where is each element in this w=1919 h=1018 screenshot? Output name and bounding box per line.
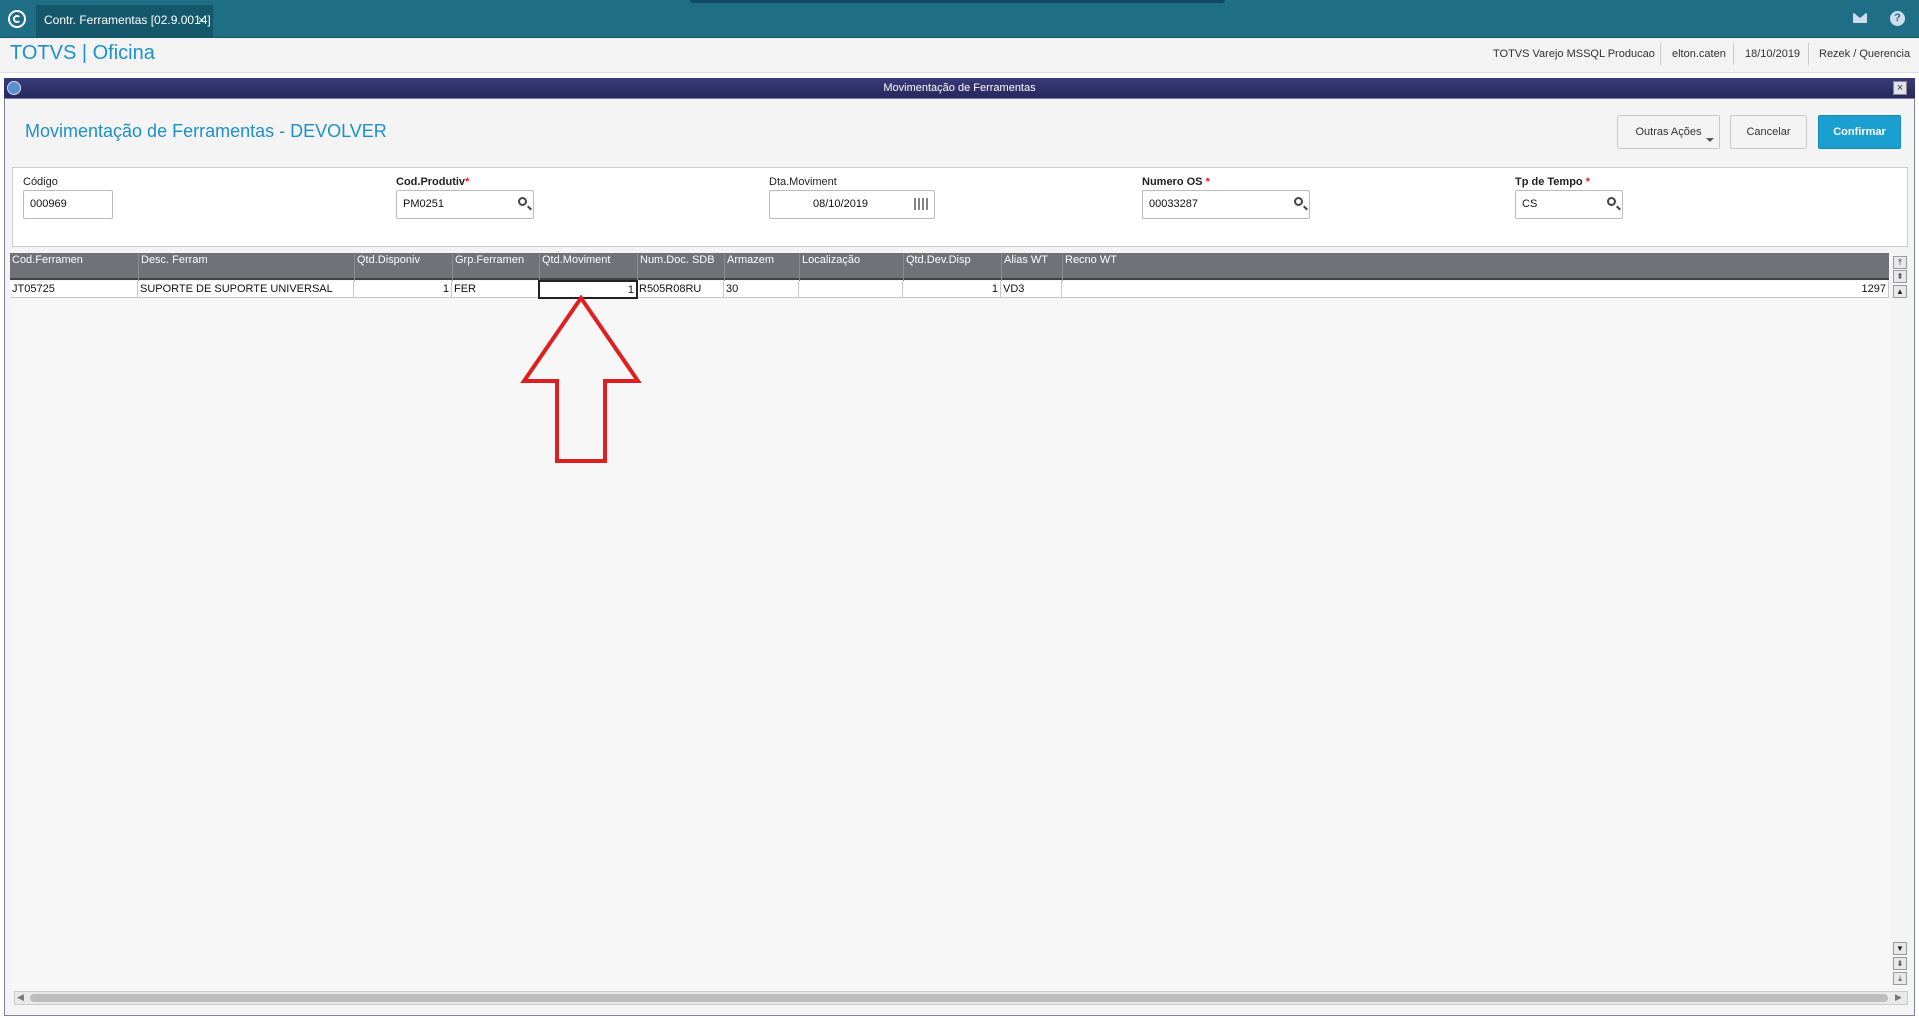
tab-close-icon[interactable]: × xyxy=(198,5,205,35)
tp-tempo-label: Tp de Tempo * xyxy=(1515,176,1590,188)
col-alias-wt[interactable]: Alias WT xyxy=(1001,254,1062,281)
tp-tempo-label-text: Tp de Tempo xyxy=(1515,176,1583,188)
tab-label: Contr. Ferramentas [02.9.0014] xyxy=(44,13,211,27)
dta-moviment-label: Dta.Moviment xyxy=(769,176,837,188)
codigo-field[interactable]: 000969 xyxy=(23,190,113,219)
cell-qtd-disponiv[interactable]: 1 xyxy=(354,281,452,298)
scroll-right-icon[interactable]: ▶ xyxy=(1895,992,1902,1003)
cell-qtd-dev-disp[interactable]: 1 xyxy=(903,281,1001,298)
cell-armazem[interactable]: 30 xyxy=(724,281,799,298)
cell-num-doc-sdb[interactable]: R505R08RU xyxy=(637,281,724,298)
horizontal-scroll-thumb[interactable] xyxy=(30,994,1888,1002)
numero-os-value: 00033287 xyxy=(1149,198,1198,210)
cod-produtiv-field[interactable]: PM0251 xyxy=(396,190,534,219)
scroll-down-icon[interactable]: ▼ xyxy=(1893,942,1907,955)
col-num-doc-sdb[interactable]: Num.Doc. SDB xyxy=(637,254,724,281)
col-armazem[interactable]: Armazem xyxy=(724,254,799,281)
cod-produtiv-label: Cod.Produtiv* xyxy=(396,176,469,188)
outras-acoes-button[interactable]: Outras Ações xyxy=(1617,115,1720,149)
window-app-icon xyxy=(7,81,21,95)
window-title: Movimentação de Ferramentas xyxy=(4,78,1915,98)
col-qtd-moviment[interactable]: Qtd.Moviment xyxy=(539,254,637,281)
col-qtd-dev-disp[interactable]: Qtd.Dev.Disp xyxy=(903,254,1001,281)
required-mark: * xyxy=(1205,176,1210,188)
annotation-arrow-icon xyxy=(520,295,642,463)
cell-localizacao[interactable] xyxy=(799,281,903,298)
help-icon[interactable]: ? xyxy=(1890,11,1905,26)
divider xyxy=(1808,43,1809,65)
header-fields-panel xyxy=(12,167,1908,247)
dta-moviment-field[interactable]: 08/10/2019 xyxy=(769,190,935,219)
tp-tempo-value: CS xyxy=(1522,198,1538,210)
col-cod-ferramen[interactable]: Cod.Ferramen xyxy=(10,254,138,281)
cell-recno-wt[interactable]: 1297 xyxy=(1062,281,1889,298)
chevron-down-icon xyxy=(1706,138,1714,142)
numero-os-label-text: Numero OS xyxy=(1142,176,1203,188)
col-qtd-disponiv[interactable]: Qtd.Disponiv xyxy=(354,254,452,281)
cancel-button[interactable]: Cancelar xyxy=(1730,115,1807,149)
tab-contr-ferramentas[interactable]: Contr. Ferramentas [02.9.0014] × xyxy=(36,5,213,37)
scroll-top-icon[interactable]: ⤒ xyxy=(1893,256,1907,269)
search-icon[interactable] xyxy=(518,197,527,206)
divider xyxy=(1660,43,1661,65)
required-mark: * xyxy=(1585,176,1590,188)
scroll-page-down-icon[interactable]: ⇟ xyxy=(1893,957,1907,970)
cell-desc-ferram[interactable]: SUPORTE DE SUPORTE UNIVERSAL xyxy=(138,281,354,298)
codigo-label: Código xyxy=(23,176,58,188)
session-user: elton.caten xyxy=(1672,48,1726,60)
col-localizacao[interactable]: Localização xyxy=(799,254,903,281)
scroll-left-icon[interactable]: ◀ xyxy=(17,992,24,1003)
confirm-button[interactable]: Confirmar xyxy=(1818,115,1901,149)
cod-produtiv-label-text: Cod.Produtiv xyxy=(396,176,466,188)
col-grp-ferramen[interactable]: Grp.Ferramen xyxy=(452,254,539,281)
divider xyxy=(1733,43,1734,65)
app-brand: TOTVS | Oficina xyxy=(10,42,155,64)
tp-tempo-field[interactable]: CS xyxy=(1515,190,1623,219)
required-mark: * xyxy=(465,176,470,188)
session-environment: TOTVS Varejo MSSQL Producao xyxy=(1493,48,1655,60)
calendar-icon[interactable] xyxy=(914,198,928,210)
page-title: Movimentação de Ferramentas - DEVOLVER xyxy=(25,121,387,141)
search-icon[interactable] xyxy=(1607,197,1616,206)
cell-alias-wt[interactable]: VD3 xyxy=(1001,281,1062,298)
outras-acoes-label: Outras Ações xyxy=(1635,126,1702,138)
mail-icon[interactable] xyxy=(1853,13,1867,23)
col-desc-ferram[interactable]: Desc. Ferram xyxy=(138,254,354,281)
top-bar xyxy=(0,0,1919,38)
scroll-page-up-icon[interactable]: ⇞ xyxy=(1893,270,1907,283)
top-notch xyxy=(690,0,1225,3)
session-date: 18/10/2019 xyxy=(1745,48,1801,60)
grid-area xyxy=(10,253,1890,988)
totvs-menu-icon[interactable] xyxy=(8,10,26,28)
search-icon[interactable] xyxy=(1294,197,1303,206)
dta-moviment-value: 08/10/2019 xyxy=(813,198,869,210)
scroll-up-icon[interactable]: ▲ xyxy=(1893,285,1907,298)
numero-os-label: Numero OS * xyxy=(1142,176,1210,188)
numero-os-field[interactable]: 00033287 xyxy=(1142,190,1310,219)
cell-cod-ferramen[interactable]: JT05725 xyxy=(10,281,138,298)
session-company: Rezek / Querencia xyxy=(1819,48,1911,60)
col-recno-wt[interactable]: Recno WT xyxy=(1062,254,1889,281)
scroll-bottom-icon[interactable]: ⤓ xyxy=(1893,972,1907,985)
cod-produtiv-value: PM0251 xyxy=(403,198,444,210)
window-close-button[interactable]: × xyxy=(1893,81,1907,95)
